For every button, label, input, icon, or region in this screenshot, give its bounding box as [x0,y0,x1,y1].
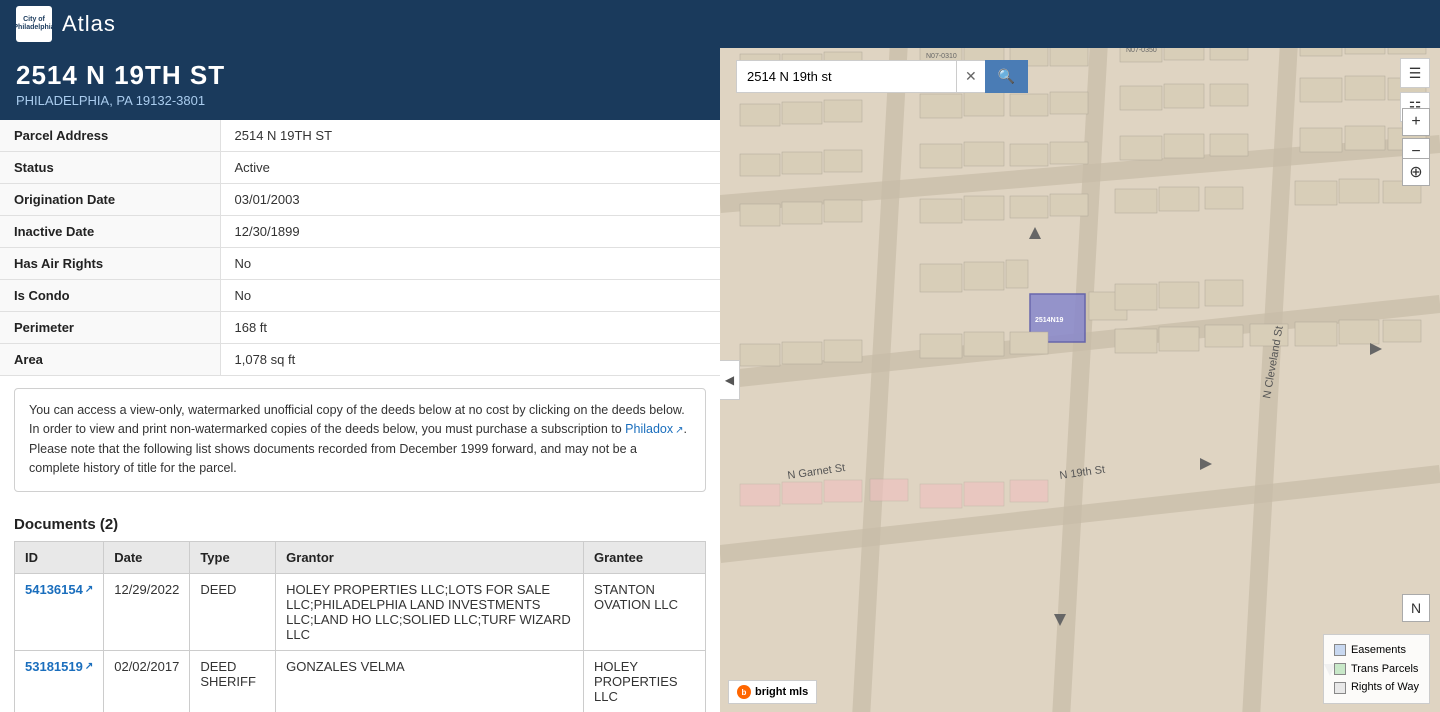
property-label: Origination Date [0,184,220,216]
doc-type-cell: DEED SHERIFF [190,650,276,712]
documents-title: Documents (2) [14,516,706,533]
legend-color-box [1334,644,1346,656]
docs-column-header: Grantee [584,541,706,573]
svg-text:N07-0310: N07-0310 [926,53,957,60]
layers-button[interactable]: ☰ [1400,58,1430,88]
property-value: 12/30/1899 [220,216,720,248]
locate-button[interactable]: ⊕ [1402,158,1430,186]
legend-label: Trans Parcels [1351,660,1418,679]
documents-section: Documents (2) IDDateTypeGrantorGrantee 5… [0,504,720,712]
docs-header-row: IDDateTypeGrantorGrantee [15,541,706,573]
search-input[interactable] [736,60,956,93]
doc-grantor-cell: HOLEY PROPERTIES LLC;LOTS FOR SALE LLC;P… [276,573,584,650]
property-label: Perimeter [0,312,220,344]
doc-type-cell: DEED [190,573,276,650]
search-bar: ✕ 🔍 [736,60,1028,93]
map-area: N Garnet St N 19th St N Cleveland St N07… [720,48,1440,712]
property-row: StatusActive [0,152,720,184]
search-button[interactable]: 🔍 [985,60,1028,93]
doc-grantee-cell: HOLEY PROPERTIES LLC [584,650,706,712]
property-row: Inactive Date12/30/1899 [0,216,720,248]
address-section: 2514 N 19TH ST PHILADELPHIA, PA 19132-38… [0,48,720,120]
property-label: Area [0,344,220,376]
docs-column-header: Date [104,541,190,573]
property-label: Inactive Date [0,216,220,248]
legend-item: Rights of Way [1334,678,1419,697]
note-box: You can access a view-only, watermarked … [14,388,706,492]
property-label: Is Condo [0,280,220,312]
property-label: Parcel Address [0,120,220,152]
bright-dot: b [737,685,751,699]
property-row: Origination Date03/01/2003 [0,184,720,216]
property-value: 2514 N 19TH ST [220,120,720,152]
property-row: Is CondoNo [0,280,720,312]
legend-item: Easements [1334,641,1419,660]
property-value: 1,078 sq ft [220,344,720,376]
search-clear-button[interactable]: ✕ [956,60,985,93]
map-svg: N Garnet St N 19th St N Cleveland St N07… [720,48,1440,712]
main-address: 2514 N 19TH ST [16,60,704,91]
philadox-link[interactable]: Philadox [625,422,673,436]
property-value: 03/01/2003 [220,184,720,216]
left-panel: 2514 N 19TH ST PHILADELPHIA, PA 19132-38… [0,48,720,712]
main-layout: 2514 N 19TH ST PHILADELPHIA, PA 19132-38… [0,48,1440,712]
document-row: 54136154↗ 12/29/2022DEEDHOLEY PROPERTIES … [15,573,706,650]
docs-column-header: Type [190,541,276,573]
legend-color-box [1334,663,1346,675]
doc-grantee-cell: STANTON OVATION LLC [584,573,706,650]
docs-column-header: ID [15,541,104,573]
doc-date-cell: 12/29/2022 [104,573,190,650]
property-value: No [220,280,720,312]
panel-toggle[interactable]: ◀ [720,360,740,400]
documents-table: IDDateTypeGrantorGrantee 54136154↗ 12/29/… [14,541,706,712]
doc-id-cell: 53181519↗ [15,650,104,712]
property-info-table: Parcel Address2514 N 19TH STStatusActive… [0,120,720,376]
legend-item: Trans Parcels [1334,660,1419,679]
legend-label: Rights of Way [1351,678,1419,697]
app-title: Atlas [62,11,116,37]
doc-date-cell: 02/02/2017 [104,650,190,712]
header: City ofPhiladelphia Atlas [0,0,1440,48]
zoom-in-button[interactable]: + [1402,108,1430,136]
property-row: Has Air RightsNo [0,248,720,280]
north-button[interactable]: N [1402,594,1430,622]
doc-id-cell: 54136154↗ [15,573,104,650]
sub-address: PHILADELPHIA, PA 19132-3801 [16,93,704,108]
svg-text:2514N19: 2514N19 [1035,317,1064,324]
property-row: Area1,078 sq ft [0,344,720,376]
city-logo: City ofPhiladelphia [16,6,52,42]
property-row: Perimeter168 ft [0,312,720,344]
bright-mls-logo: b bright mls [728,680,817,704]
doc-grantor-cell: GONZALES VELMA [276,650,584,712]
legend-color-box [1334,682,1346,694]
legend-label: Easements [1351,641,1406,660]
svg-text:N07-0350: N07-0350 [1126,48,1157,54]
map-legend: EasementsTrans ParcelsRights of Way [1323,634,1430,704]
property-label: Has Air Rights [0,248,220,280]
doc-id-link[interactable]: 54136154↗ [25,582,93,597]
document-row: 53181519↗ 02/02/2017DEED SHERIFFGONZALES … [15,650,706,712]
property-value: 168 ft [220,312,720,344]
external-link-icon: ↗ [85,661,93,672]
property-row: Parcel Address2514 N 19TH ST [0,120,720,152]
property-value: No [220,248,720,280]
property-value: Active [220,152,720,184]
logo-area: City ofPhiladelphia Atlas [16,6,116,42]
external-link-icon: ↗ [85,584,93,595]
property-label: Status [0,152,220,184]
bright-label: bright mls [755,686,808,698]
doc-id-link[interactable]: 53181519↗ [25,659,93,674]
docs-column-header: Grantor [276,541,584,573]
note-text1: You can access a view-only, watermarked … [29,403,685,436]
ext-icon: ↗ [675,423,683,439]
